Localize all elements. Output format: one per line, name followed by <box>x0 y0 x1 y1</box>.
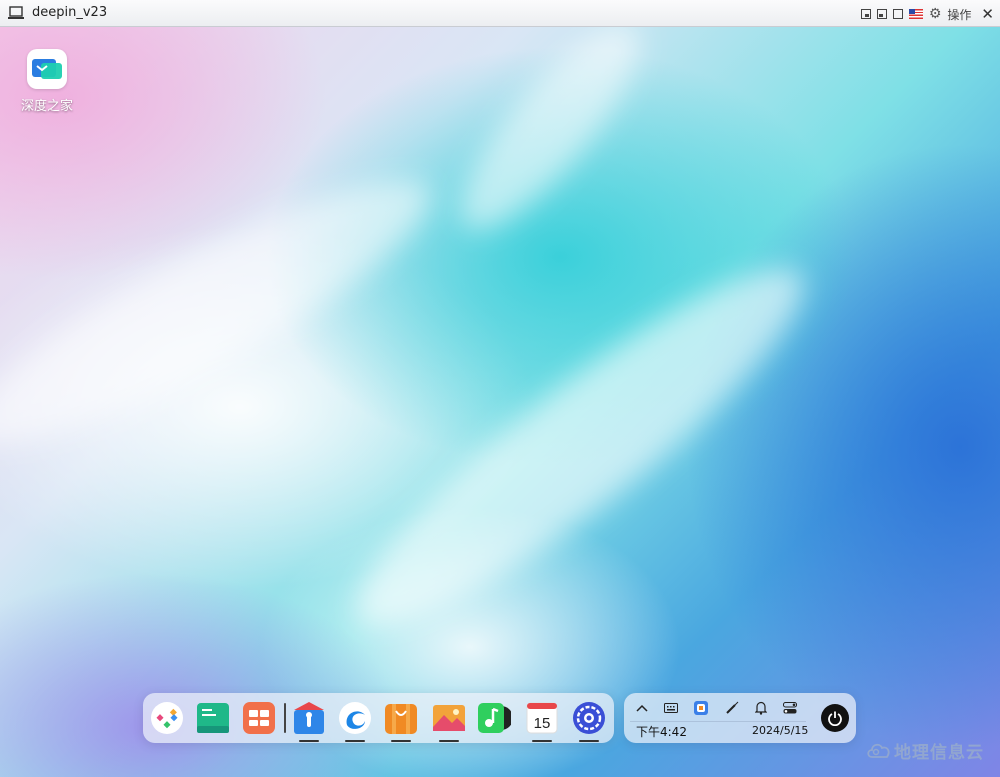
running-indicator <box>579 740 599 742</box>
dock-app-deepin-store[interactable] <box>384 701 418 742</box>
desktop-icon-deepin-home[interactable]: 深度之家 <box>16 49 78 114</box>
dock-app-app-store[interactable] <box>242 701 276 735</box>
running-indicator <box>532 740 552 742</box>
dock-app-launcher[interactable] <box>150 701 184 735</box>
window-titlebar: deepin_v23 ⚙ 操作 ✕ <box>0 0 1000 27</box>
dock-app-image-viewer[interactable] <box>432 701 466 742</box>
chevron-up-icon[interactable] <box>633 700 651 716</box>
clock-time[interactable]: 下午4:42 <box>636 723 687 740</box>
power-icon <box>828 711 842 726</box>
restore-icon[interactable] <box>876 9 887 19</box>
wallpaper-swoosh <box>0 141 456 483</box>
dock-app-browser[interactable] <box>338 701 372 742</box>
dock-app-calendar[interactable]: 15 <box>525 701 559 742</box>
wallpaper-swoosh <box>322 227 838 667</box>
file-manager-icon <box>294 702 324 734</box>
app-store-icon <box>243 702 275 734</box>
image-viewer-icon <box>433 705 465 731</box>
calendar-day: 15 <box>534 715 551 732</box>
fullscreen-icon[interactable] <box>892 9 903 19</box>
keyboard-icon[interactable] <box>662 700 680 716</box>
dock-app-multitasking[interactable] <box>196 701 230 735</box>
scale-icon[interactable] <box>860 9 871 19</box>
running-indicator <box>439 740 459 742</box>
gear-icon[interactable]: ⚙ <box>929 7 942 21</box>
dock-app-music[interactable] <box>477 701 513 735</box>
dock-separator <box>284 703 286 733</box>
cloud-logo-icon <box>867 743 890 758</box>
bell-icon[interactable] <box>752 700 770 716</box>
system-tray: 下午4:42 2024/5/15 <box>624 693 856 743</box>
close-icon[interactable]: ✕ <box>981 5 994 23</box>
window-title: deepin_v23 <box>32 5 108 20</box>
multitasking-icon <box>197 703 229 733</box>
titlebar-controls: ⚙ 操作 ✕ <box>860 5 994 23</box>
clock-date[interactable]: 2024/5/15 <box>752 724 808 737</box>
us-flag-icon[interactable] <box>908 9 923 19</box>
color-app-icon[interactable] <box>692 700 710 716</box>
running-indicator <box>391 740 411 742</box>
deepin-home-icon <box>27 49 67 89</box>
dock: 15 <box>143 693 614 743</box>
browser-icon <box>339 702 371 734</box>
dock-app-file-manager[interactable] <box>292 701 326 742</box>
power-button[interactable] <box>821 704 849 732</box>
operate-menu[interactable]: 操作 <box>947 6 971 23</box>
desktop[interactable]: 深度之家 15 下午4:42 2024/5/15 <box>0 27 1000 777</box>
launcher-icon <box>151 702 183 734</box>
pen-icon[interactable] <box>723 700 741 716</box>
computer-icon <box>8 6 24 19</box>
music-icon <box>478 703 513 733</box>
tray-divider <box>630 721 806 722</box>
deepin-store-icon <box>385 704 417 734</box>
running-indicator <box>345 740 365 742</box>
calendar-icon: 15 <box>526 702 558 734</box>
dock-app-control-center[interactable] <box>572 701 606 742</box>
running-indicator <box>299 740 319 742</box>
watermark-text: 地理信息云 <box>894 742 984 763</box>
toggle-icon[interactable] <box>781 700 799 716</box>
control-center-icon <box>573 702 605 734</box>
desktop-icon-label: 深度之家 <box>20 99 73 114</box>
wallpaper-swoosh <box>435 27 665 253</box>
watermark: 地理信息云 <box>866 735 984 765</box>
